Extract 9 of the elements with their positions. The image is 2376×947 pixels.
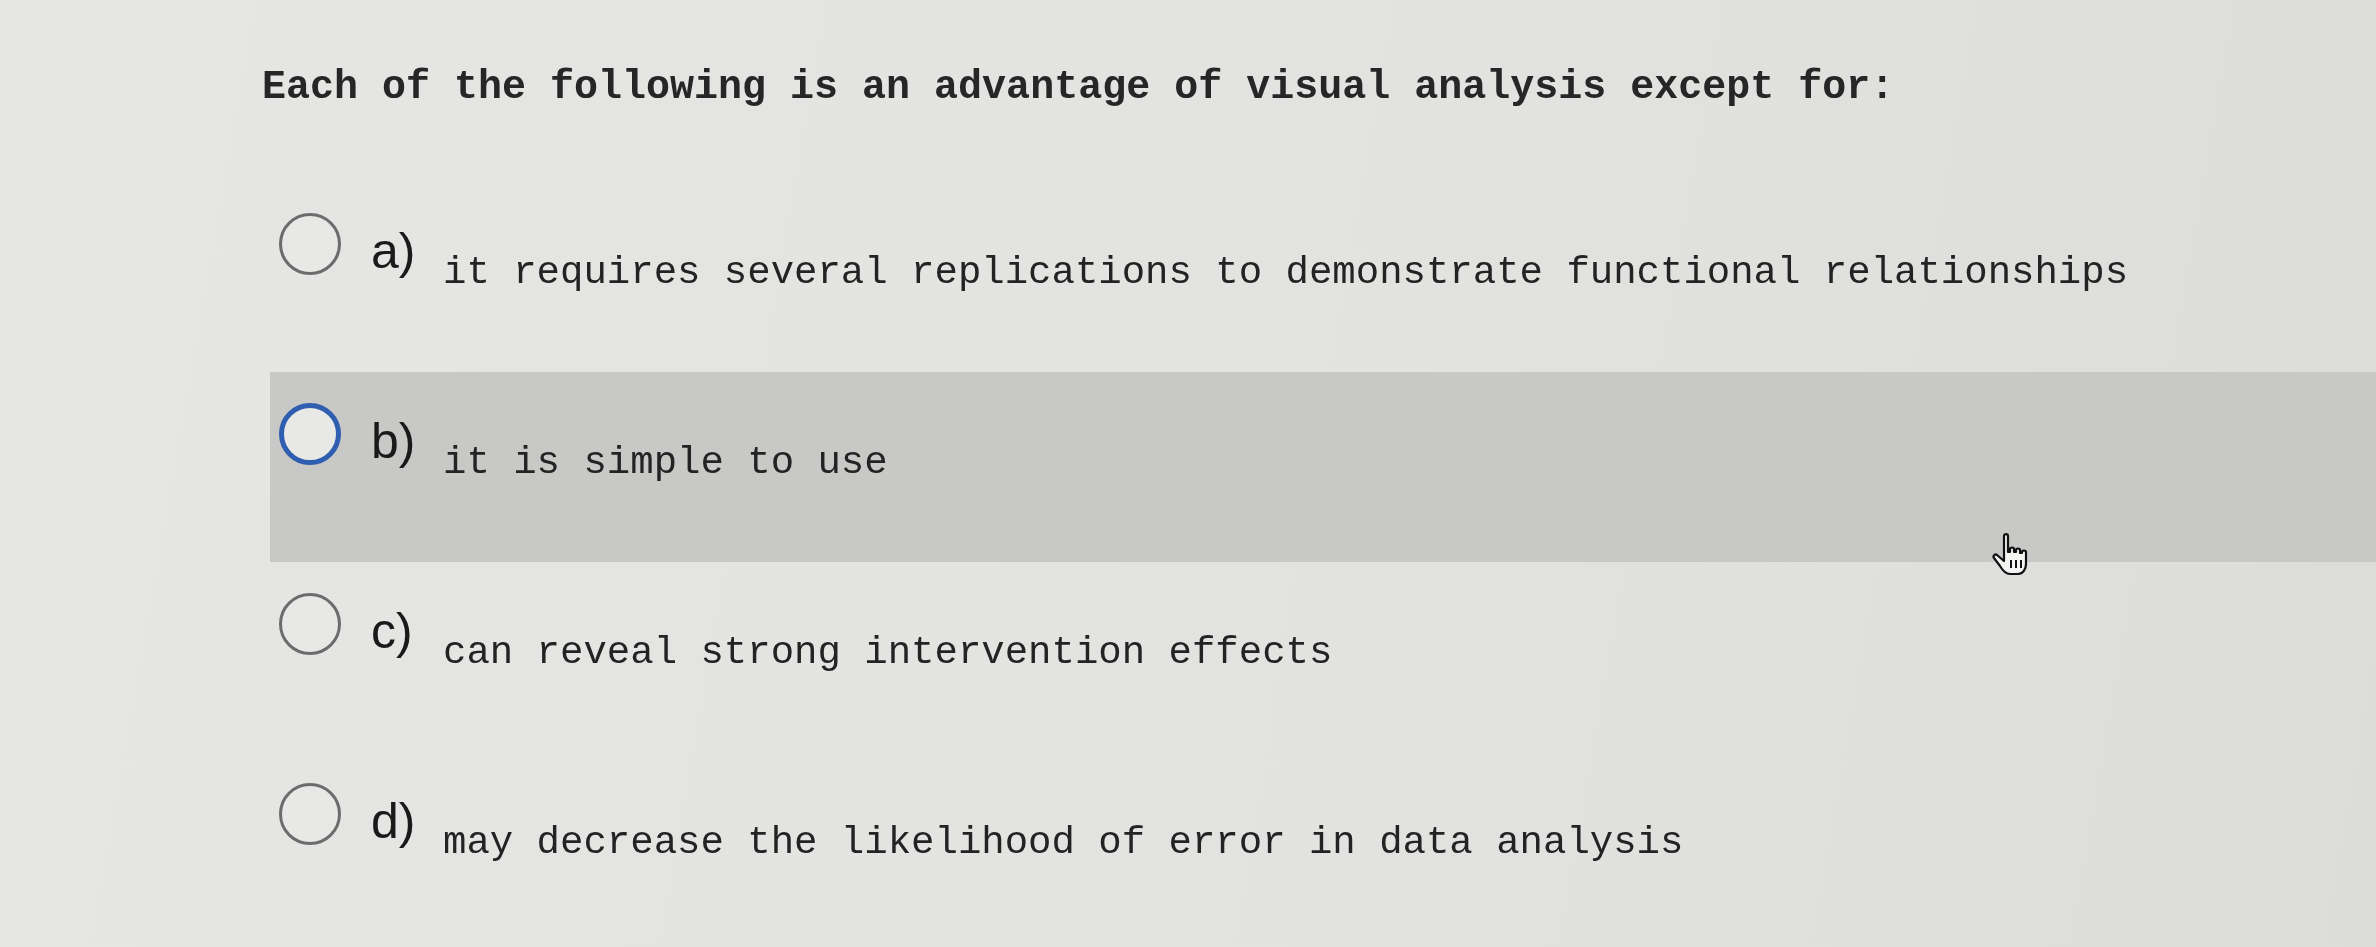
option-letter: a) [371, 222, 417, 280]
option-letter: d) [371, 792, 417, 850]
option-letter: c) [371, 602, 414, 660]
option-text: it requires several replications to demonstrate functional relationships [443, 250, 2129, 296]
option-letter: b) [371, 412, 417, 470]
option-text: can reveal strong intervention effects [443, 630, 1333, 676]
question-text: Each of the following is an advantage of visual analysis except for: [262, 64, 1896, 112]
option-text: it is simple to use [443, 440, 888, 486]
option-text: may decrease the likelihood of error in data analysis [443, 820, 1684, 866]
